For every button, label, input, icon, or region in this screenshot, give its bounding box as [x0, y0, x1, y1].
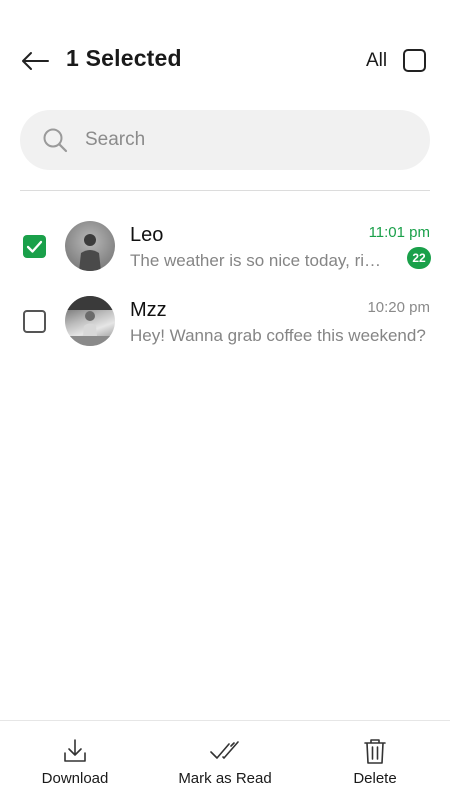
double-check-icon	[210, 741, 239, 759]
search-icon	[43, 128, 68, 153]
unread-badge: 22	[407, 247, 431, 269]
delete-button[interactable]: Delete	[300, 721, 450, 800]
chat-preview: The weather is so nice today, right?	[130, 251, 388, 270]
download-button[interactable]: Download	[0, 721, 150, 800]
person-photo-icon	[65, 296, 115, 346]
back-button[interactable]	[18, 44, 52, 78]
select-all-checkbox[interactable]	[403, 49, 426, 72]
chat-time: 10:20 pm	[367, 299, 430, 316]
divider	[20, 190, 430, 191]
chat-select-checkbox[interactable]	[23, 235, 46, 258]
download-label: Download	[41, 770, 109, 787]
mark-as-read-label: Mark as Read	[178, 770, 272, 787]
mark-as-read-button[interactable]: Mark as Read	[150, 721, 300, 800]
avatar[interactable]	[65, 296, 115, 346]
chat-preview: Hey! Wanna grab coffee this weekend?	[130, 326, 426, 345]
chat-name: Mzz	[130, 299, 167, 321]
bottom-action-bar: Download Mark as Read Delete	[0, 720, 450, 800]
selection-count-title: 1 Selected	[66, 45, 182, 71]
select-all-label[interactable]: All	[366, 50, 387, 72]
arrow-left-icon	[22, 52, 49, 70]
checkmark-icon	[26, 240, 43, 253]
trash-icon	[364, 739, 386, 764]
chat-select-checkbox[interactable]	[23, 310, 46, 333]
download-icon	[64, 739, 86, 762]
delete-label: Delete	[353, 770, 397, 787]
avatar[interactable]	[65, 221, 115, 271]
chat-time: 11:01 pm	[368, 224, 430, 241]
search-input[interactable]	[85, 110, 405, 170]
chat-list-item[interactable]: Leo The weather is so nice today, right?…	[0, 210, 450, 284]
search-bar[interactable]	[20, 110, 430, 170]
person-photo-icon	[79, 234, 101, 271]
selection-header: 1 Selected All	[0, 30, 450, 90]
chat-selection-screen: 1 Selected All Leo The weather is so nic…	[0, 0, 450, 800]
chat-name: Leo	[130, 224, 164, 246]
chat-list-item[interactable]: Mzz Hey! Wanna grab coffee this weekend?…	[0, 285, 450, 359]
